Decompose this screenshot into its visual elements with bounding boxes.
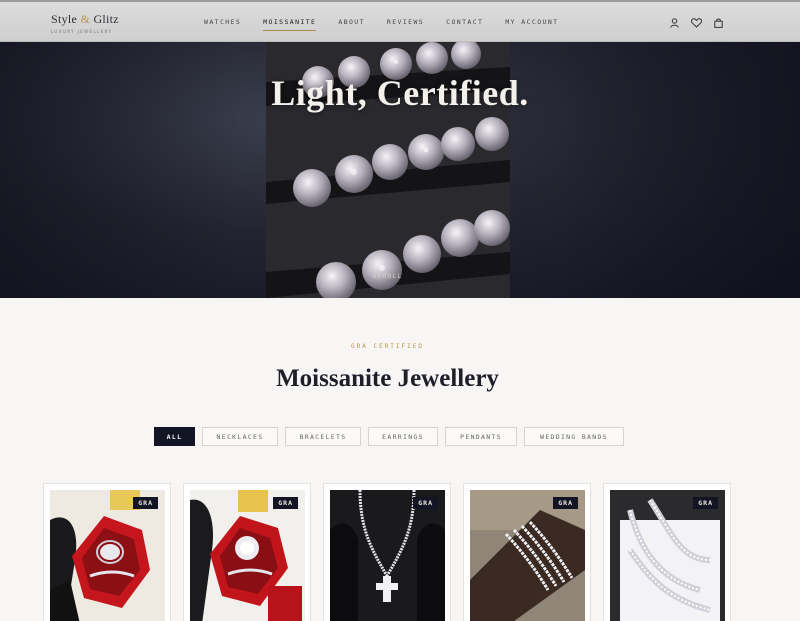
brand-name-part1: Style — [51, 12, 78, 26]
user-icon[interactable] — [669, 17, 680, 28]
scroll-indicator[interactable]: SCROLL — [0, 273, 775, 280]
product-card[interactable]: GRA — [183, 483, 311, 621]
tennis-bracelets-on-wrist-image — [470, 490, 585, 621]
brand-logo[interactable]: Style & Glitz LUXURY JEWELLERY — [51, 12, 119, 34]
nav-my-account[interactable]: MY ACCOUNT — [505, 18, 558, 26]
nav-moissanite[interactable]: MOISSANITE — [263, 18, 317, 31]
header-icons — [669, 17, 724, 28]
gra-badge: GRA — [693, 497, 718, 509]
heart-icon[interactable] — [691, 17, 702, 28]
hero-title: Light, Certified. — [271, 73, 529, 113]
hero-banner: Light, Certified. SCROLL — [0, 42, 800, 298]
gra-badge: GRA — [413, 497, 438, 509]
nav-contact[interactable]: CONTACT — [446, 18, 483, 26]
gra-badge: GRA — [553, 497, 578, 509]
nav-watches[interactable]: WATCHES — [204, 18, 241, 26]
product-card[interactable]: GRA — [323, 483, 451, 621]
product-card[interactable]: GRA — [603, 483, 731, 621]
nav-reviews[interactable]: REVIEWS — [387, 18, 424, 26]
filter-earrings[interactable]: EARRINGS — [368, 427, 438, 446]
nav-about[interactable]: ABOUT — [338, 18, 365, 26]
brand-ampersand: & — [80, 12, 91, 26]
brand-name-part2: Glitz — [93, 12, 119, 26]
section-eyebrow: GRA CERTIFIED — [351, 343, 424, 350]
site-header: Style & Glitz LUXURY JEWELLERY WATCHES M… — [0, 0, 800, 42]
bag-icon[interactable] — [713, 17, 724, 28]
ring-in-red-box-image — [50, 490, 165, 621]
brand-tagline: LUXURY JEWELLERY — [51, 29, 113, 34]
cross-pendant-necklace-image — [330, 490, 445, 621]
filter-wedding-bands[interactable]: WEDDING BANDS — [524, 427, 624, 446]
halo-ring-in-red-box-image — [190, 490, 305, 621]
cuban-chain-in-box-image — [610, 490, 725, 621]
filter-pendants[interactable]: PENDANTS — [445, 427, 517, 446]
category-filters: ALL NECKLACES BRACELETS EARRINGS PENDANT… — [154, 427, 624, 446]
filter-all[interactable]: ALL — [154, 427, 195, 446]
gra-badge: GRA — [133, 497, 158, 509]
brand-name: Style & Glitz — [51, 12, 119, 27]
main-nav: WATCHES MOISSANITE ABOUT REVIEWS CONTACT… — [204, 18, 580, 31]
section-title: Moissanite Jewellery — [276, 365, 499, 392]
gra-badge: GRA — [273, 497, 298, 509]
filter-bracelets[interactable]: BRACELETS — [285, 427, 361, 446]
product-card[interactable]: GRA — [463, 483, 591, 621]
product-card[interactable]: GRA — [43, 483, 171, 621]
filter-necklaces[interactable]: NECKLACES — [202, 427, 278, 446]
